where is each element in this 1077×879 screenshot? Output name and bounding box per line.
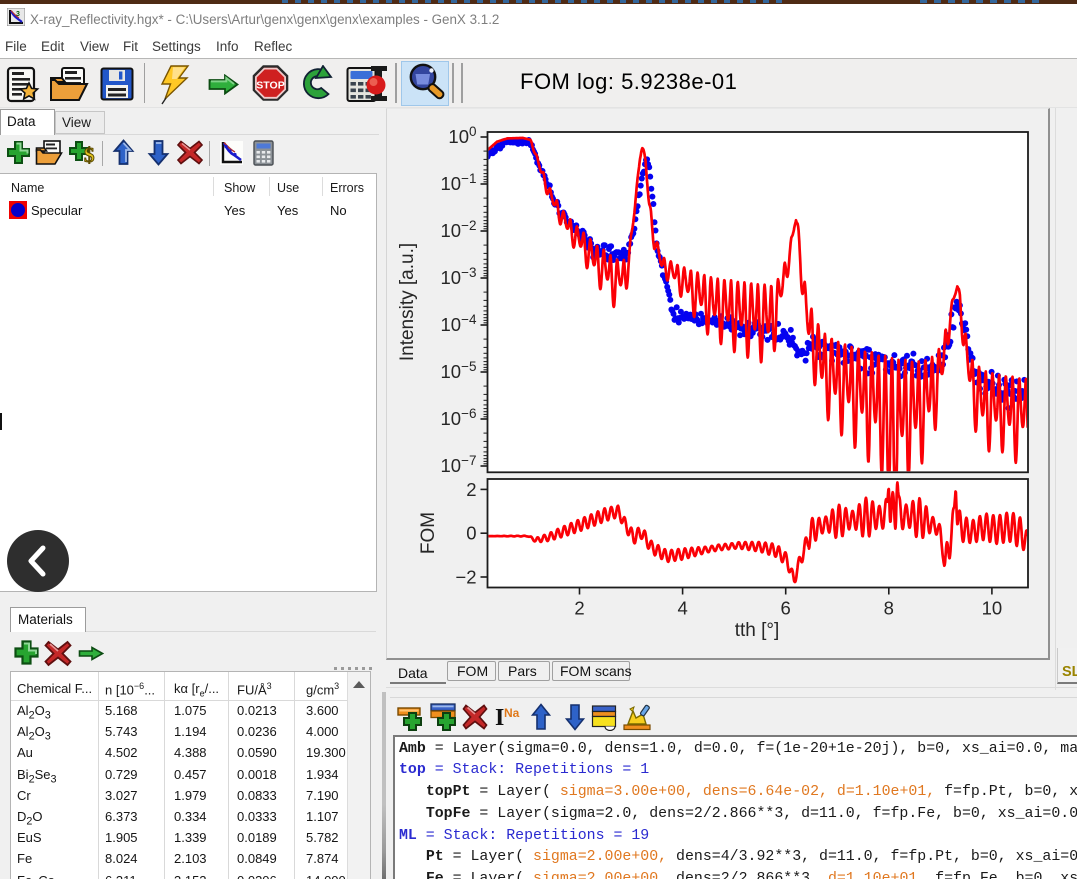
svg-text:Intensity [a.u.]: Intensity [a.u.] xyxy=(397,243,418,361)
svg-text:10−4: 10−4 xyxy=(441,312,477,335)
svg-text:10−1: 10−1 xyxy=(441,171,477,194)
svg-text:2: 2 xyxy=(574,598,584,619)
svg-text:10: 10 xyxy=(982,598,1003,619)
svg-text:8: 8 xyxy=(884,598,894,619)
svg-text:0: 0 xyxy=(466,523,476,544)
svg-text:2: 2 xyxy=(466,479,476,500)
svg-text:4: 4 xyxy=(677,598,687,619)
svg-text:STOP: STOP xyxy=(256,79,284,91)
svg-text:10−2: 10−2 xyxy=(441,218,477,241)
svg-text:10−5: 10−5 xyxy=(441,359,477,382)
svg-text:FOM: FOM xyxy=(418,512,439,554)
svg-text:10−6: 10−6 xyxy=(441,406,477,429)
svg-text:6: 6 xyxy=(781,598,791,619)
svg-text:tth [°]: tth [°] xyxy=(735,620,780,641)
svg-text:Na: Na xyxy=(504,706,520,720)
svg-text:$: $ xyxy=(84,143,95,165)
svg-text:3: 3 xyxy=(16,11,20,18)
svg-text:10−3: 10−3 xyxy=(441,265,477,288)
svg-text:100: 100 xyxy=(448,124,476,147)
svg-text:10−7: 10−7 xyxy=(441,453,477,476)
svg-text:−2: −2 xyxy=(455,567,476,588)
svg-text:I: I xyxy=(495,705,504,730)
